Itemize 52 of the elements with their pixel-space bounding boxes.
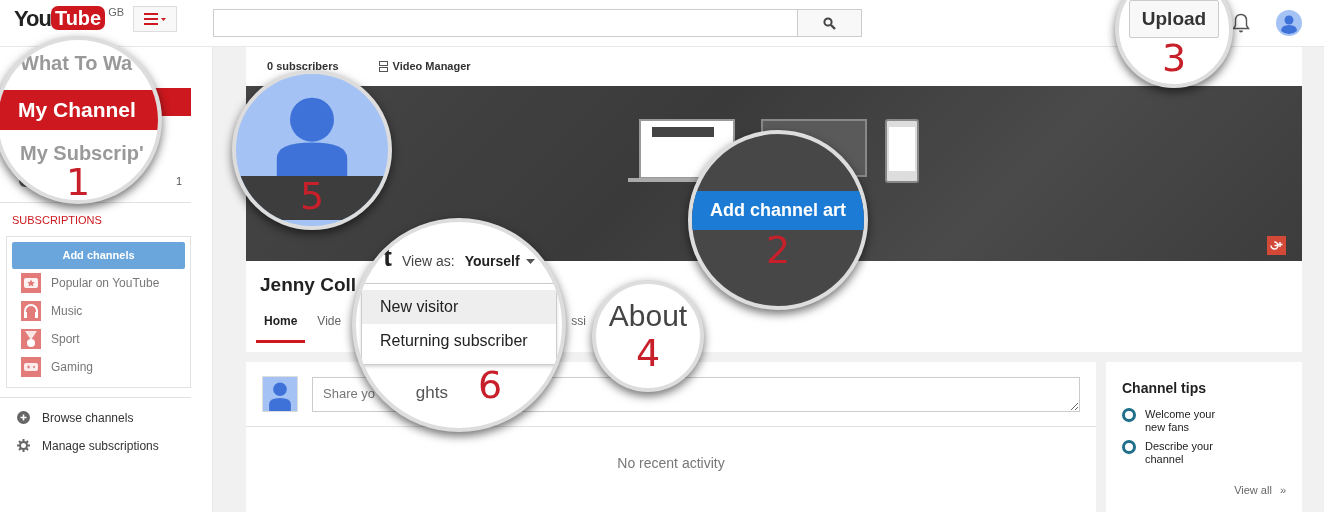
sidebar-link[interactable]: Browse channels: [0, 403, 212, 432]
card-title: Channel tips: [1122, 379, 1207, 398]
search-button[interactable]: [797, 9, 862, 37]
caret-icon: [525, 259, 535, 264]
subscription-item[interactable]: Sport: [12, 324, 185, 353]
add-channel-art-button[interactable]: Add channel art: [692, 190, 864, 230]
user-avatar-icon[interactable]: [1276, 10, 1302, 36]
about-tab[interactable]: About: [608, 299, 688, 333]
upload-button[interactable]: Upload: [1128, 0, 1220, 38]
guide-menu-button[interactable]: [133, 6, 178, 32]
ring-icon: [1122, 408, 1136, 422]
watch-later-count: 1: [175, 173, 182, 189]
ring-icon: [1122, 440, 1136, 454]
gamepad-icon: [21, 356, 41, 377]
tip-link[interactable]: Describe your channel: [1145, 440, 1232, 466]
channel-tab[interactable]: ssi: [571, 310, 586, 343]
subscriber-count: 0 subscribers: [267, 59, 339, 75]
menu-icon: [144, 13, 167, 25]
callout-number: 2: [765, 229, 791, 270]
view-all-link[interactable]: View all: [1234, 482, 1272, 499]
view-as-dropdown[interactable]: Yourself: [464, 251, 535, 272]
video-manager-icon: [378, 61, 388, 72]
guide-item[interactable]: My Channel: [0, 90, 158, 130]
callout-number: 4: [635, 333, 661, 373]
subscription-item[interactable]: Music: [12, 296, 185, 325]
video-manager-link[interactable]: Video Manager: [378, 58, 471, 75]
double-chevron-icon: »: [1279, 482, 1286, 499]
search-icon: [823, 16, 836, 30]
region-label: GB: [108, 6, 125, 18]
section-heading: SUBSCRIPTIONS: [11, 213, 103, 228]
channel-name: Jenny Coll: [260, 273, 357, 298]
menu-option[interactable]: Returning subscriber: [362, 324, 556, 358]
subscription-item[interactable]: Gaming: [12, 352, 185, 381]
avatar-icon: [262, 376, 298, 412]
google-plus-icon[interactable]: [1267, 236, 1286, 255]
channel-tab[interactable]: Vide: [309, 310, 350, 343]
settings-icon: [17, 439, 30, 452]
tip-link[interactable]: Welcome your new fans: [1145, 408, 1232, 434]
bell-icon[interactable]: [1232, 13, 1250, 33]
text-fragment: ghts: [415, 381, 448, 404]
empty-activity-message: No recent activity: [616, 454, 726, 473]
subscription-item[interactable]: Popular on YouTube: [12, 268, 185, 297]
view-as-label: View as:: [402, 252, 455, 271]
sidebar-link[interactable]: Manage subscriptions: [0, 431, 212, 460]
search-field[interactable]: [213, 9, 797, 37]
menu-option[interactable]: New visitor: [362, 290, 556, 324]
medal-icon: [21, 328, 41, 349]
callout-number: 5: [299, 176, 325, 220]
headphones-icon: [21, 300, 41, 321]
callout-number: 3: [1161, 38, 1187, 78]
channel-tab[interactable]: Home: [256, 310, 306, 343]
plus-circle-icon: [17, 411, 30, 424]
